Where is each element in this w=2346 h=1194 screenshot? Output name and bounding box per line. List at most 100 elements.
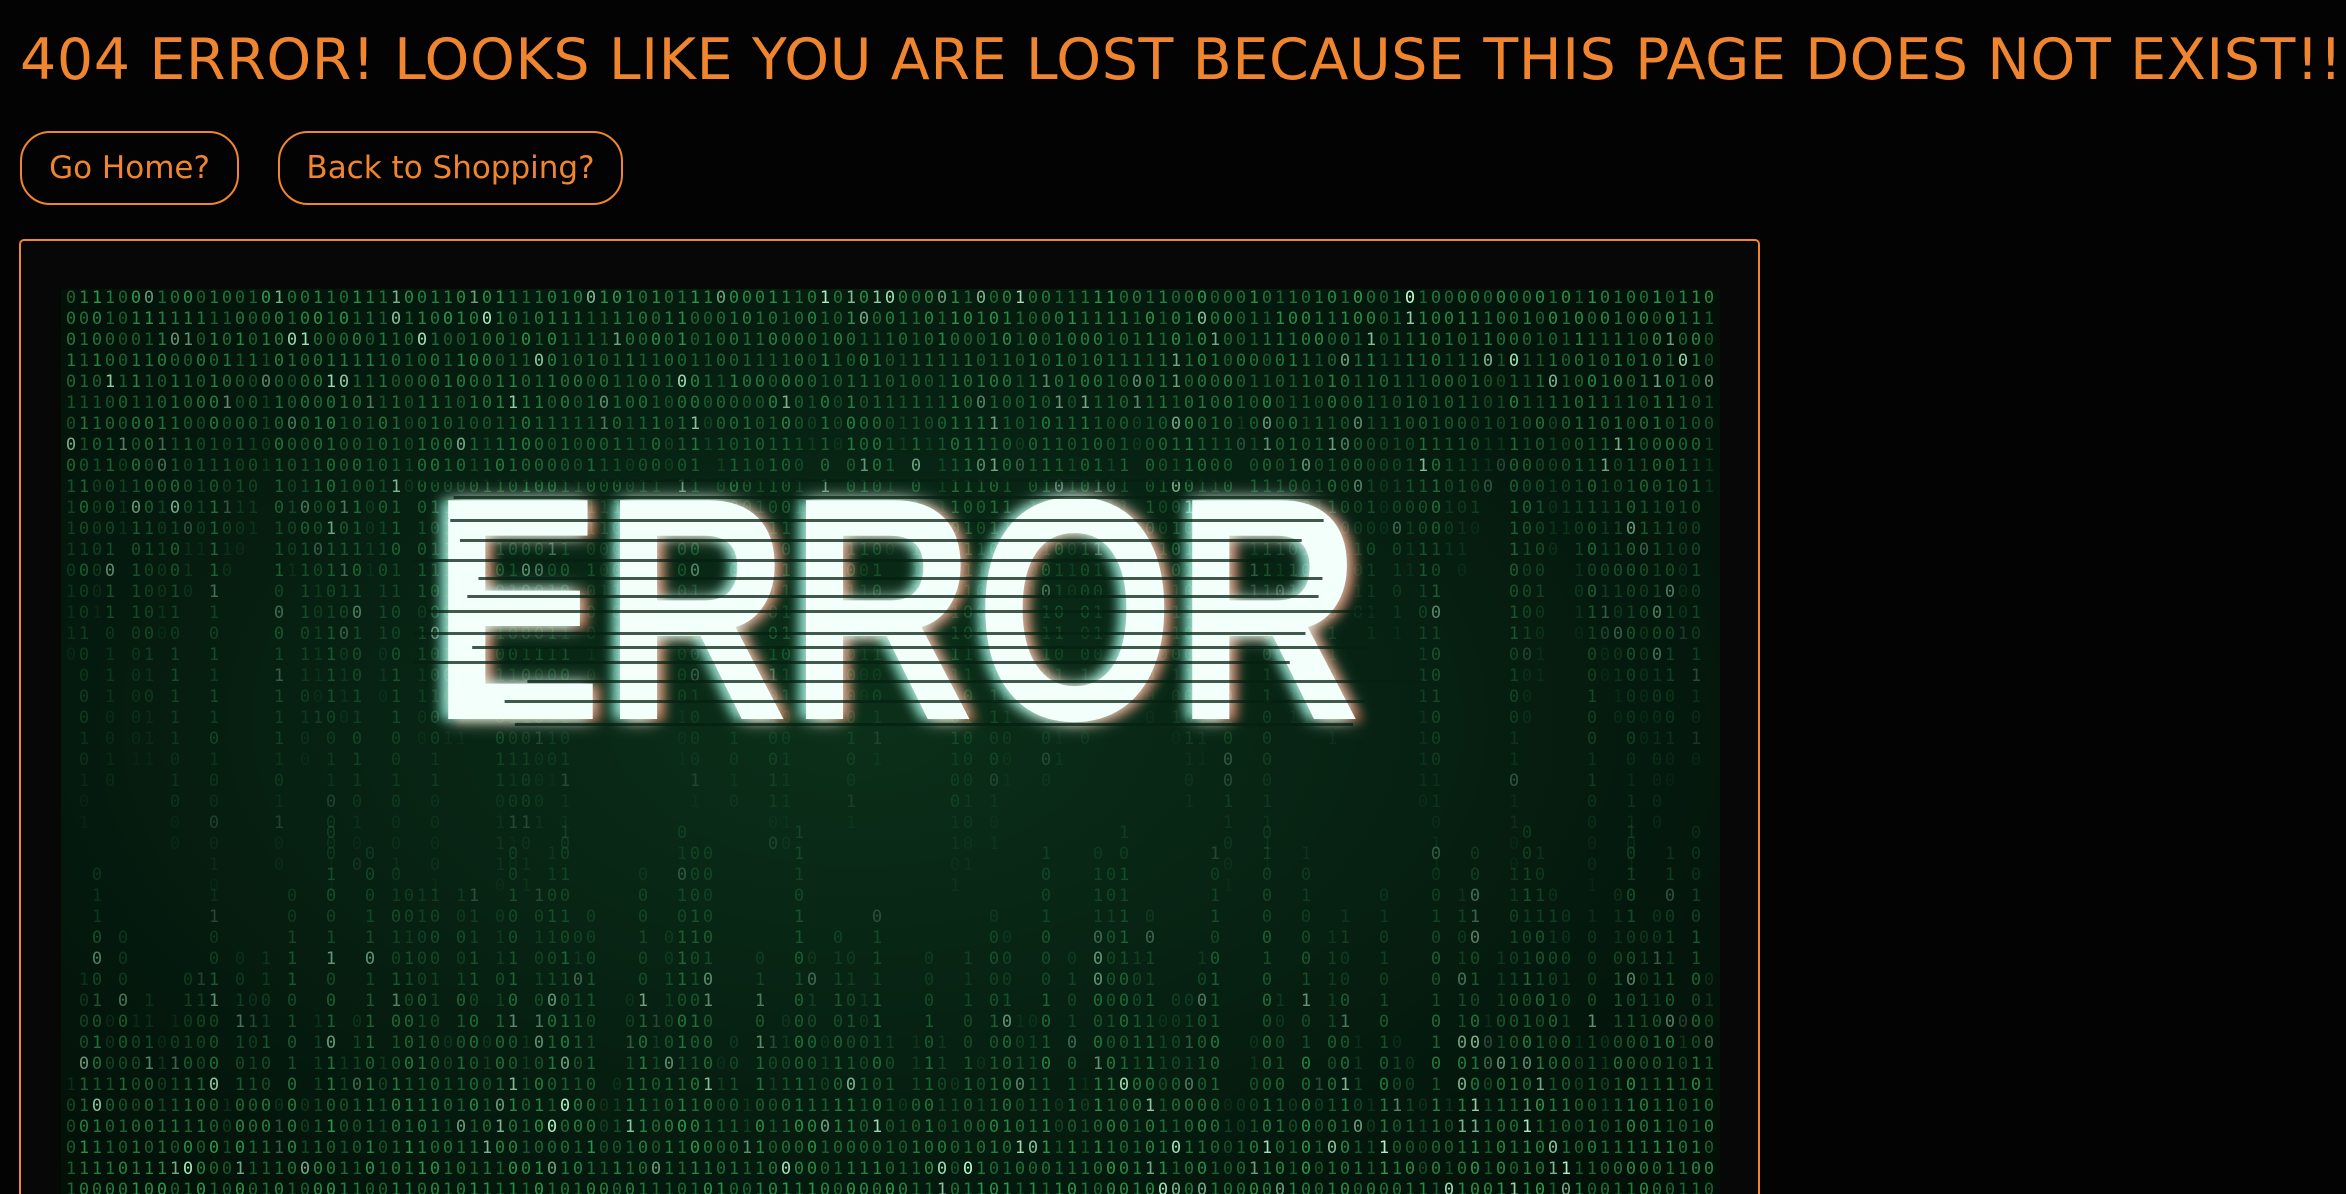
svg-text:0: 0 xyxy=(1587,834,1597,854)
svg-text:1: 1 xyxy=(1353,1054,1363,1074)
svg-text:0: 0 xyxy=(1496,1138,1506,1158)
svg-text:0: 0 xyxy=(1600,1117,1610,1137)
go-home-button[interactable]: Go Home? xyxy=(20,131,239,205)
svg-text:0: 0 xyxy=(1626,498,1636,518)
svg-text:0: 0 xyxy=(1652,813,1662,833)
svg-text:0: 0 xyxy=(703,1096,713,1116)
svg-text:0: 0 xyxy=(1444,1117,1454,1137)
svg-text:0: 0 xyxy=(131,645,141,665)
svg-text:1: 1 xyxy=(625,1054,635,1074)
svg-text:1: 1 xyxy=(1574,330,1584,350)
svg-text:0: 0 xyxy=(1262,1033,1272,1053)
svg-text:0: 0 xyxy=(261,1075,271,1095)
svg-text:0: 0 xyxy=(456,289,466,308)
svg-text:1: 1 xyxy=(209,561,219,581)
svg-text:0: 0 xyxy=(378,1075,388,1095)
svg-text:0: 0 xyxy=(391,729,401,749)
svg-text:1: 1 xyxy=(573,309,583,329)
svg-text:0: 0 xyxy=(1184,1159,1194,1179)
svg-text:0: 0 xyxy=(1678,1012,1688,1032)
svg-text:0: 0 xyxy=(1236,1096,1246,1116)
svg-text:0: 0 xyxy=(859,351,869,371)
svg-text:0: 0 xyxy=(1457,1075,1467,1095)
svg-text:1: 1 xyxy=(157,603,167,623)
svg-text:1: 1 xyxy=(716,1180,726,1194)
svg-text:0: 0 xyxy=(1587,949,1597,969)
svg-text:1: 1 xyxy=(1626,907,1636,927)
svg-text:0: 0 xyxy=(1223,309,1233,329)
svg-text:0: 0 xyxy=(950,1159,960,1179)
svg-text:1: 1 xyxy=(898,1117,908,1137)
svg-text:1: 1 xyxy=(794,1180,804,1194)
svg-text:1: 1 xyxy=(1366,1096,1376,1116)
svg-text:0: 0 xyxy=(1678,1117,1688,1137)
svg-text:1: 1 xyxy=(547,928,557,948)
svg-text:0: 0 xyxy=(1106,1117,1116,1137)
svg-text:1: 1 xyxy=(976,414,986,434)
svg-text:1: 1 xyxy=(352,309,362,329)
svg-text:1: 1 xyxy=(1665,970,1675,990)
svg-text:0: 0 xyxy=(872,309,882,329)
svg-text:1: 1 xyxy=(1587,876,1597,896)
svg-text:1: 1 xyxy=(170,1096,180,1116)
svg-text:0: 0 xyxy=(1665,435,1675,455)
svg-text:1: 1 xyxy=(1418,330,1428,350)
svg-text:1: 1 xyxy=(1028,1096,1038,1116)
svg-text:1: 1 xyxy=(352,1180,362,1194)
svg-text:1: 1 xyxy=(404,1117,414,1137)
svg-text:1: 1 xyxy=(1210,1159,1220,1179)
svg-text:1: 1 xyxy=(196,991,206,1011)
svg-text:1: 1 xyxy=(1041,907,1051,927)
svg-text:0: 0 xyxy=(79,603,89,623)
svg-text:1: 1 xyxy=(846,1012,856,1032)
svg-text:1: 1 xyxy=(157,540,167,560)
svg-text:0: 0 xyxy=(1587,813,1597,833)
svg-text:0: 0 xyxy=(859,1033,869,1053)
svg-text:1: 1 xyxy=(586,1138,596,1158)
svg-text:0: 0 xyxy=(1691,970,1701,990)
svg-text:1: 1 xyxy=(1314,1138,1324,1158)
svg-text:0: 0 xyxy=(1626,289,1636,308)
svg-text:0: 0 xyxy=(1639,1117,1649,1137)
svg-text:0: 0 xyxy=(729,1096,739,1116)
svg-text:0: 0 xyxy=(1509,561,1519,581)
svg-text:1: 1 xyxy=(1509,624,1519,644)
back-to-shopping-button[interactable]: Back to Shopping? xyxy=(278,131,623,205)
svg-text:1: 1 xyxy=(1132,1159,1142,1179)
svg-text:0: 0 xyxy=(1691,1159,1701,1179)
svg-text:0: 0 xyxy=(105,771,115,791)
svg-text:0: 0 xyxy=(105,1180,115,1194)
svg-text:1: 1 xyxy=(352,351,362,371)
svg-text:1: 1 xyxy=(534,970,544,990)
svg-text:1: 1 xyxy=(131,603,141,623)
svg-text:0: 0 xyxy=(1431,1012,1441,1032)
svg-text:0: 0 xyxy=(339,624,349,644)
svg-text:0: 0 xyxy=(1041,393,1051,413)
svg-text:0: 0 xyxy=(1327,1054,1337,1074)
svg-text:0: 0 xyxy=(1509,834,1519,854)
svg-text:1: 1 xyxy=(885,393,895,413)
svg-text:0: 0 xyxy=(170,540,180,560)
svg-text:1: 1 xyxy=(105,372,115,392)
svg-text:1: 1 xyxy=(1106,289,1116,308)
svg-text:1: 1 xyxy=(1288,1159,1298,1179)
svg-text:1: 1 xyxy=(560,1075,570,1095)
svg-text:1: 1 xyxy=(794,823,804,843)
svg-text:0: 0 xyxy=(1509,1033,1519,1053)
svg-text:0: 0 xyxy=(781,372,791,392)
svg-text:1: 1 xyxy=(456,970,466,990)
svg-text:0: 0 xyxy=(1613,1054,1623,1074)
svg-text:1: 1 xyxy=(391,519,401,539)
svg-text:0: 0 xyxy=(417,928,427,948)
svg-text:0: 0 xyxy=(469,991,479,1011)
svg-text:1: 1 xyxy=(170,456,180,476)
svg-text:1: 1 xyxy=(911,414,921,434)
svg-text:0: 0 xyxy=(807,1012,817,1032)
svg-text:0: 0 xyxy=(157,393,167,413)
svg-text:0: 0 xyxy=(1106,991,1116,1011)
svg-text:0: 0 xyxy=(1236,351,1246,371)
svg-text:1: 1 xyxy=(664,970,674,990)
svg-text:0: 0 xyxy=(508,1117,518,1137)
svg-text:1: 1 xyxy=(1665,330,1675,350)
svg-text:1: 1 xyxy=(1080,1075,1090,1095)
